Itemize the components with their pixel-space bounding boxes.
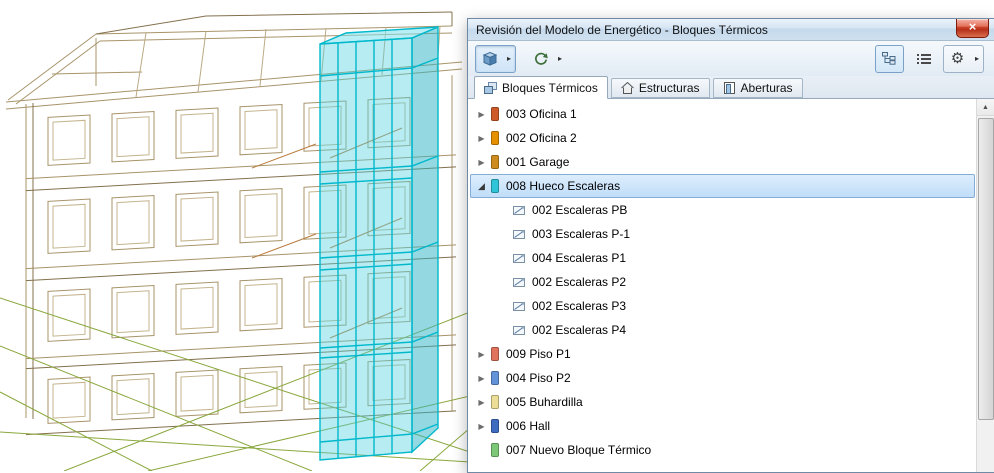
tree-item[interactable]: 007 Nuevo Bloque Térmico [470,438,975,462]
tab-bloques-termicos[interactable]: Bloques Térmicos [474,76,608,99]
tree-item-label: 004 Piso P2 [506,371,571,385]
tree-item[interactable]: ▶ 005 Buhardilla [470,390,975,414]
zone-stamp-icon [513,254,525,263]
tab-content: ▶ 003 Oficina 1 ▶ 002 Oficina 2 ▶ 001 Garage ◢… [468,99,994,472]
vertical-scrollbar[interactable]: ▲ [976,99,994,472]
tree-view-icon [882,52,896,65]
tree-subitem[interactable]: 003 Escaleras P-1 [470,222,975,246]
tree-item-label: 005 Buhardilla [506,395,583,409]
tree-item[interactable]: ▶ 006 Hall [470,414,975,438]
tree-item[interactable]: ▶ 001 Garage [470,150,975,174]
expander-collapsed-icon[interactable]: ▶ [474,422,489,431]
tree-item[interactable]: ▶ 002 Oficina 2 [470,126,975,150]
tree-subitem[interactable]: 002 Escaleras P2 [470,270,975,294]
tree-item[interactable]: ▶ 004 Piso P2 [470,366,975,390]
expander-collapsed-icon[interactable]: ▶ [474,158,489,167]
tree-subitem[interactable]: 002 Escaleras P4 [470,318,975,342]
zone-stamp-icon [513,230,525,239]
thermal-block-color-icon [491,443,499,457]
thermal-block-color-icon [491,395,499,409]
zone-stamp-icon [513,206,525,215]
update-model-flyout-button[interactable]: ▸ [503,46,515,72]
refresh-flyout-button[interactable]: ▸ [554,46,566,72]
tree-view-toggle[interactable] [875,44,904,73]
tab-label: Aberturas [740,81,793,95]
tree-subitem[interactable]: 002 Escaleras PB [470,198,975,222]
expander-collapsed-icon[interactable]: ▶ [474,110,489,119]
expander-collapsed-icon[interactable]: ▶ [474,350,489,359]
settings-flyout-button[interactable]: ▸ [971,46,983,72]
flyout-arrow-icon: ▸ [974,54,979,63]
tab-estructuras[interactable]: Estructuras [610,78,710,98]
tree-subitem-label: 002 Escaleras P3 [532,299,627,313]
expander-expanded-icon[interactable]: ◢ [474,181,489,192]
3d-model-viewport[interactable] [0,0,470,471]
refresh-icon [534,52,548,65]
tree-item-label: 003 Oficina 1 [506,107,577,121]
tree-item-label: 006 Hall [506,419,551,433]
expander-collapsed-icon[interactable]: ▶ [474,374,489,383]
scrollbar-thumb[interactable] [978,118,994,420]
expander-collapsed-icon[interactable]: ▶ [474,398,489,407]
tab-label: Bloques Térmicos [502,80,598,95]
thermal-block-color-icon [491,107,499,121]
refresh-button[interactable] [527,46,554,72]
list-view-icon [916,53,931,64]
dialog-title: Revisión del Modelo de Energético - Bloq… [476,22,768,37]
tree-item[interactable]: ▶ 009 Piso P1 [470,342,975,366]
tree-item[interactable]: ▶ 003 Oficina 1 [470,102,975,126]
tree-item-label: 007 Nuevo Bloque Térmico [506,443,652,457]
tree-subitem-label: 002 Escaleras P4 [532,323,627,337]
refresh-group: ▸ [526,45,567,73]
tree-subitem[interactable]: 002 Escaleras P3 [470,294,975,318]
thermal-blocks-icon [484,81,497,94]
tree-subitem[interactable]: 004 Escaleras P1 [470,246,975,270]
zone-stamp-icon [513,302,525,311]
tree-subitem-label: 002 Escaleras PB [532,203,628,217]
tree-item-label: 002 Oficina 2 [506,131,577,145]
zone-stamp-icon [513,278,525,287]
thermal-block-color-icon [491,371,499,385]
building-wireframe [0,11,470,471]
tab-bar: Bloques Térmicos Estructuras Aberturas [468,76,994,99]
tree-item-label: 001 Garage [506,155,570,169]
thermal-blocks-tree: ▶ 003 Oficina 1 ▶ 002 Oficina 2 ▶ 001 Garage ◢… [468,102,977,462]
tree-subitem-label: 004 Escaleras P1 [532,251,627,265]
thermal-block-color-icon [491,131,499,145]
zone-stamp-icon [513,326,525,335]
tree-item-label: 008 Hueco Escaleras [506,179,621,193]
thermal-block-color-icon [491,347,499,361]
list-view-toggle[interactable] [909,45,938,73]
gear-icon: ⚙ [950,50,965,67]
structures-icon [620,82,634,94]
energy-model-review-dialog: Revisión del Modelo de Energético - Bloq… [467,18,994,473]
update-model-group: ▸ [475,44,516,73]
model-cube-icon [482,51,497,66]
selected-thermal-block [319,25,439,461]
tree-item-label: 009 Piso P1 [506,347,571,361]
thermal-block-color-icon [491,155,499,169]
settings-group: ⚙ ▸ [943,44,984,73]
flyout-arrow-icon: ▸ [506,54,511,63]
update-model-button[interactable] [476,46,503,72]
scroll-up-button[interactable]: ▲ [977,99,994,116]
expander-collapsed-icon[interactable]: ▶ [474,134,489,143]
tab-label: Estructuras [638,81,700,95]
dialog-titlebar[interactable]: Revisión del Modelo de Energético - Bloq… [468,19,994,41]
tab-aberturas[interactable]: Aberturas [712,78,803,98]
flyout-arrow-icon: ▸ [557,54,562,63]
tree-subitem-label: 002 Escaleras P2 [532,275,627,289]
openings-icon [723,82,735,94]
thermal-block-color-icon [491,419,499,433]
close-icon: × [968,19,977,34]
view-options-group: ⚙ ▸ [875,44,987,73]
scroll-up-icon: ▲ [982,103,989,111]
thermal-block-color-icon [491,179,499,193]
close-button[interactable]: × [956,19,989,38]
settings-button[interactable]: ⚙ [944,46,971,72]
dialog-toolbar: ▸ ▸ ⚙ ▸ [468,41,994,76]
tree-subitem-label: 003 Escaleras P-1 [532,227,631,241]
tree-item[interactable]: ◢ 008 Hueco Escaleras [470,174,975,198]
